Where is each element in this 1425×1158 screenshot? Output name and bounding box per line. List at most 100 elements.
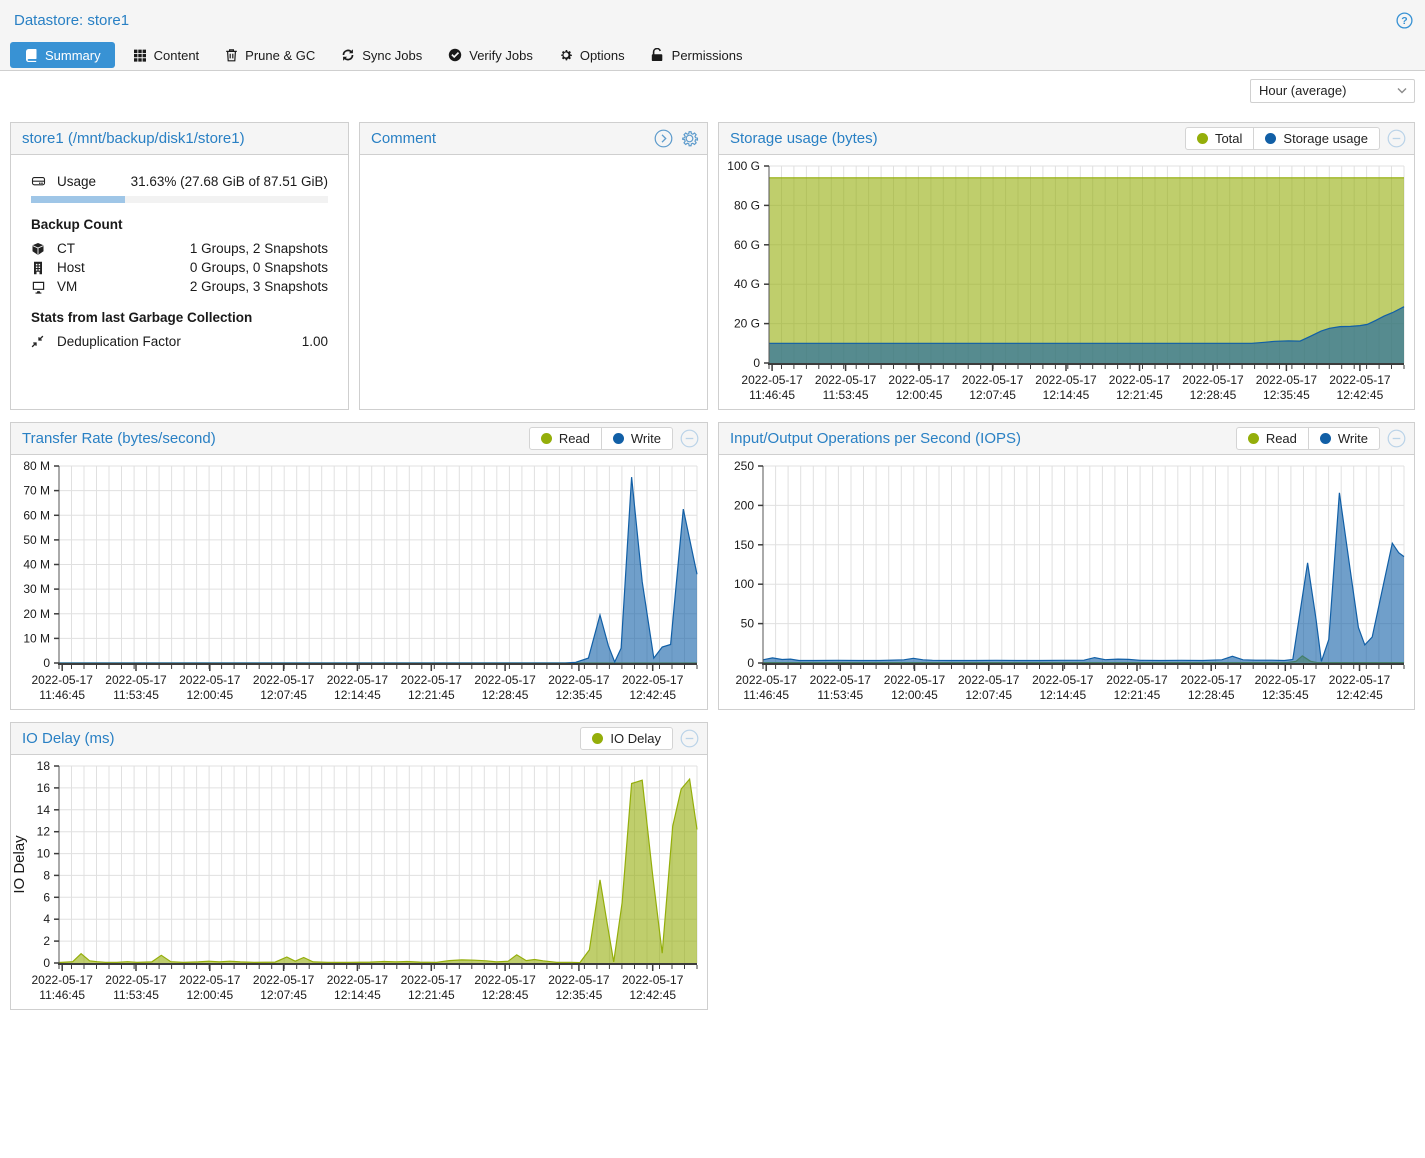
svg-text:2022-05-17: 2022-05-17 [962, 373, 1024, 387]
svg-text:2022-05-17: 2022-05-17 [474, 673, 536, 687]
panel-body: 020 G40 G60 G80 G100 G2022-05-1711:46:45… [719, 155, 1414, 409]
svg-text:12:28:45: 12:28:45 [1188, 688, 1235, 702]
svg-text:2022-05-17: 2022-05-17 [105, 973, 167, 987]
svg-text:2: 2 [43, 934, 50, 948]
tab-sync-jobs[interactable]: Sync Jobs [329, 42, 434, 68]
grid-icon [133, 48, 147, 62]
svg-text:2022-05-17: 2022-05-17 [401, 973, 463, 987]
svg-text:12:28:45: 12:28:45 [1190, 388, 1237, 402]
svg-text:14: 14 [37, 803, 51, 817]
tab-label: Permissions [672, 48, 743, 63]
svg-text:IO Delay: IO Delay [11, 835, 28, 894]
usage-progress [31, 196, 328, 203]
svg-text:2022-05-17: 2022-05-17 [474, 973, 536, 987]
tab-summary[interactable]: Summary [10, 42, 115, 68]
datastore-summary-panel: store1 (/mnt/backup/disk1/store1) Usage … [10, 122, 349, 410]
svg-text:8: 8 [43, 868, 50, 882]
svg-text:70 M: 70 M [23, 484, 50, 498]
legend-item-read[interactable]: Read [529, 427, 602, 450]
expand-circle-icon[interactable] [654, 129, 673, 148]
gc-stats-title: Stats from last Garbage Collection [31, 310, 328, 325]
vm-value: 2 Groups, 3 Snapshots [190, 279, 328, 294]
svg-text:16: 16 [37, 781, 51, 795]
svg-text:12:00:45: 12:00:45 [186, 688, 233, 702]
settings-gear-icon[interactable] [680, 129, 699, 148]
legend-item-storage-usage[interactable]: Storage usage [1253, 127, 1380, 150]
legend-label: IO Delay [610, 731, 661, 746]
svg-text:12:42:45: 12:42:45 [629, 988, 676, 1002]
panel-header: IO Delay (ms) IO Delay [11, 723, 707, 755]
total-dot-icon [1197, 133, 1208, 144]
timeframe-select[interactable]: Hour (average) [1250, 79, 1415, 103]
chart-legend: ReadWrite [1236, 427, 1380, 450]
tab-prune-gc[interactable]: Prune & GC [213, 42, 327, 68]
svg-text:12:21:45: 12:21:45 [408, 988, 455, 1002]
legend-item-read[interactable]: Read [1236, 427, 1309, 450]
svg-text:11:46:45: 11:46:45 [39, 688, 85, 702]
svg-text:60 G: 60 G [734, 238, 760, 252]
chart-legend: TotalStorage usage [1185, 127, 1380, 150]
svg-text:2022-05-17: 2022-05-17 [1181, 673, 1243, 687]
svg-text:2022-05-17: 2022-05-17 [815, 373, 877, 387]
tab-options[interactable]: Options [547, 42, 637, 68]
svg-text:2022-05-17: 2022-05-17 [741, 373, 803, 387]
svg-text:11:53:45: 11:53:45 [113, 688, 159, 702]
svg-text:12:35:45: 12:35:45 [556, 988, 603, 1002]
tab-label: Content [154, 48, 200, 63]
svg-text:18: 18 [37, 759, 51, 773]
chart-svg: 020 G40 G60 G80 G100 G2022-05-1711:46:45… [719, 155, 1414, 409]
tab-content[interactable]: Content [121, 42, 212, 68]
svg-text:12:28:45: 12:28:45 [482, 688, 529, 702]
svg-text:0: 0 [753, 356, 760, 370]
collapse-icon[interactable] [1387, 129, 1406, 148]
collapse-icon[interactable] [680, 429, 699, 448]
svg-text:12:00:45: 12:00:45 [186, 988, 233, 1002]
ct-row: CT 1 Groups, 2 Snapshots [31, 239, 328, 258]
panel-title: Storage usage (bytes) [730, 130, 878, 147]
svg-text:2022-05-17: 2022-05-17 [548, 673, 610, 687]
panel-title: Transfer Rate (bytes/second) [22, 430, 216, 447]
panel-body: Usage 31.63% (27.68 GiB of 87.51 GiB) Ba… [11, 155, 348, 409]
hdd-icon [31, 174, 48, 188]
svg-text:2022-05-17: 2022-05-17 [1255, 673, 1317, 687]
tab-label: Sync Jobs [362, 48, 422, 63]
svg-text:10: 10 [37, 847, 51, 861]
svg-text:30 M: 30 M [23, 582, 50, 596]
chart-toolbar: Hour (average) [0, 71, 1425, 110]
legend-item-io-delay[interactable]: IO Delay [580, 727, 673, 750]
svg-text:11:46:45: 11:46:45 [39, 988, 85, 1002]
svg-text:0: 0 [43, 656, 50, 670]
check-circle-icon [448, 48, 462, 62]
svg-text:2022-05-17: 2022-05-17 [253, 973, 315, 987]
collapse-icon[interactable] [680, 729, 699, 748]
chart-svg: 0501001502002502022-05-1711:46:452022-05… [719, 455, 1414, 709]
comment-body[interactable] [360, 155, 707, 409]
usage-row: Usage 31.63% (27.68 GiB of 87.51 GiB) [31, 171, 328, 191]
comment-panel: Comment [359, 122, 708, 410]
svg-text:2022-05-17: 2022-05-17 [327, 973, 389, 987]
backup-count-title: Backup Count [31, 217, 328, 232]
legend-label: Write [631, 431, 661, 446]
panel-header: Input/Output Operations per Second (IOPS… [719, 423, 1414, 455]
write-dot-icon [613, 433, 624, 444]
vm-row: VM 2 Groups, 3 Snapshots [31, 277, 328, 296]
tab-permissions[interactable]: Permissions [639, 42, 755, 68]
svg-text:12:35:45: 12:35:45 [556, 688, 603, 702]
panel-title: Comment [371, 130, 436, 147]
host-row: Host 0 Groups, 0 Snapshots [31, 258, 328, 277]
transfer-rate-panel: Transfer Rate (bytes/second) Read Write 0… [10, 422, 708, 710]
collapse-icon[interactable] [1387, 429, 1406, 448]
chart-svg: 010 M20 M30 M40 M50 M60 M70 M80 M2022-05… [11, 455, 707, 709]
svg-text:2022-05-17: 2022-05-17 [401, 673, 463, 687]
svg-text:12: 12 [37, 825, 51, 839]
svg-text:200: 200 [734, 498, 754, 512]
panel-header: Storage usage (bytes) TotalStorage usage [719, 123, 1414, 155]
legend-item-write[interactable]: Write [1308, 427, 1380, 450]
tab-verify-jobs[interactable]: Verify Jobs [436, 42, 545, 68]
legend-item-write[interactable]: Write [601, 427, 673, 450]
svg-text:20 M: 20 M [23, 607, 50, 621]
svg-text:80 M: 80 M [23, 459, 50, 473]
panel-header: Comment [360, 123, 707, 155]
legend-item-total[interactable]: Total [1185, 127, 1254, 150]
help-icon[interactable]: ? [1396, 12, 1413, 29]
